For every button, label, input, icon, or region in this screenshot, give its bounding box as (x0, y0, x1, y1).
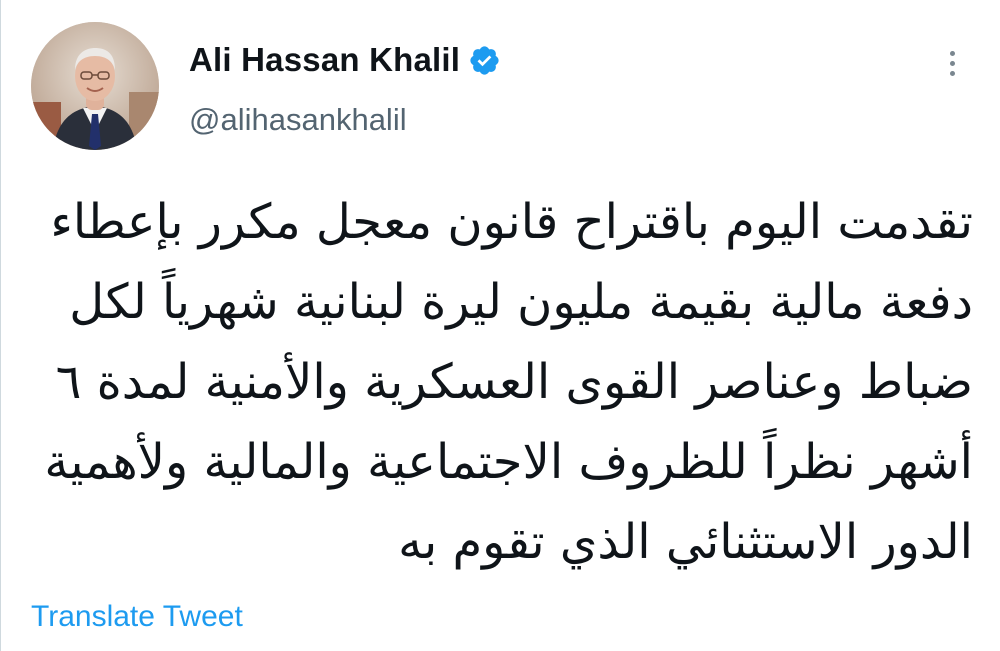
more-vertical-icon (949, 50, 955, 56)
tweet-card: Ali Hassan Khalil @alihasankhalil تقدمت … (0, 0, 1000, 651)
user-handle[interactable]: @alihasankhalil (189, 102, 407, 138)
tweet-header: Ali Hassan Khalil @alihasankhalil (29, 22, 979, 152)
display-name[interactable]: Ali Hassan Khalil (189, 41, 460, 79)
more-vertical-icon (949, 60, 955, 66)
more-vertical-icon (949, 70, 955, 76)
more-options-button[interactable] (937, 42, 967, 84)
profile-photo-icon (31, 22, 159, 150)
tweet-text: تقدمت اليوم باقتراح قانون معجل مكرر بإعط… (44, 194, 973, 570)
avatar[interactable] (31, 22, 159, 150)
name-row: Ali Hassan Khalil (189, 40, 501, 80)
translate-tweet-link[interactable]: Translate Tweet (31, 600, 243, 634)
verified-badge-icon (468, 44, 501, 77)
